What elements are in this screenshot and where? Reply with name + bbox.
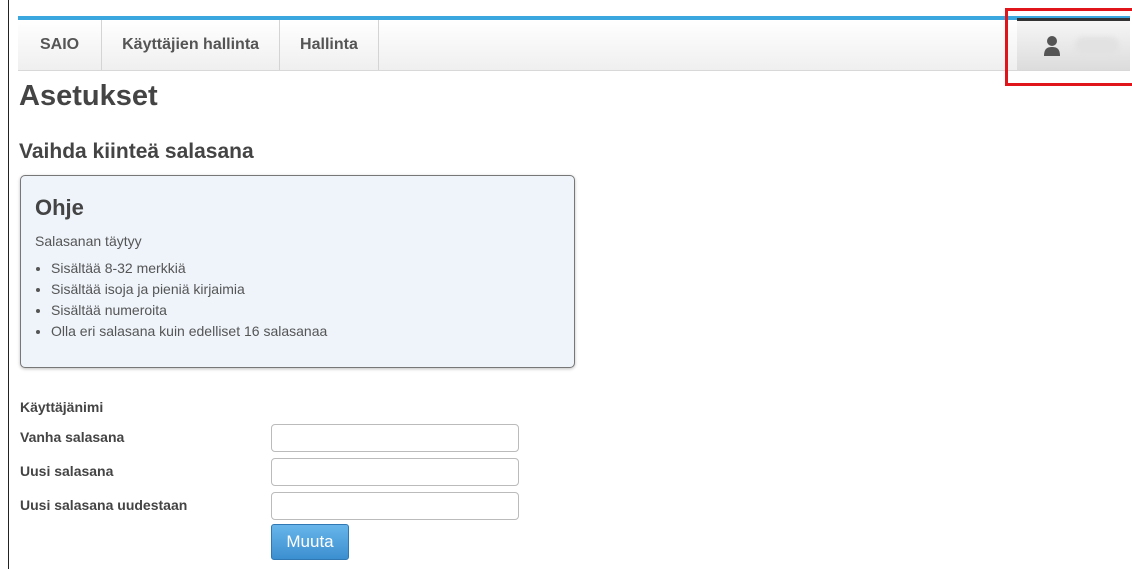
- page-title: Asetukset: [19, 80, 158, 112]
- old-password-label: Vanha salasana: [20, 429, 125, 445]
- new-password-again-label: Uusi salasana uudestaan: [20, 497, 188, 513]
- new-password-input[interactable]: [271, 458, 519, 486]
- nav-item-saio[interactable]: SAIO: [18, 20, 103, 70]
- nav-item-administration[interactable]: Hallinta: [280, 20, 379, 70]
- top-navbar: SAIO Käyttäjien hallinta Hallinta: [18, 20, 1130, 71]
- nav-item-user-management[interactable]: Käyttäjien hallinta: [102, 20, 281, 70]
- help-intro: Salasanan täytyy: [35, 233, 142, 249]
- password-rule: Sisältää isoja ja pieniä kirjaimia: [51, 279, 327, 300]
- password-rule: Sisältää 8-32 merkkiä: [51, 258, 327, 279]
- old-password-input[interactable]: [271, 424, 519, 452]
- new-password-again-input[interactable]: [271, 492, 519, 520]
- password-rule: Olla eri salasana kuin edelliset 16 sala…: [51, 321, 327, 342]
- new-password-label: Uusi salasana: [20, 463, 114, 479]
- help-title: Ohje: [35, 195, 84, 220]
- section-title: Vaihda kiinteä salasana: [19, 140, 254, 163]
- highlight-annotation: [1005, 8, 1132, 86]
- password-rules-list: Sisältää 8-32 merkkiä Sisältää isoja ja …: [35, 258, 327, 342]
- username-label: Käyttäjänimi: [20, 399, 104, 415]
- help-box: Ohje Salasanan täytyy Sisältää 8-32 merk…: [20, 175, 575, 368]
- password-rule: Sisältää numeroita: [51, 300, 327, 321]
- change-password-button[interactable]: Muuta: [271, 524, 349, 560]
